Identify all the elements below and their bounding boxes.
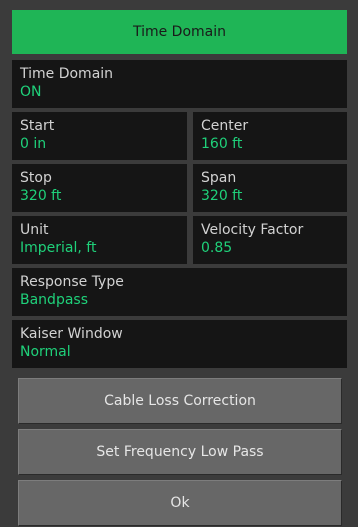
- time-domain-field[interactable]: Time Domain ON: [12, 60, 347, 108]
- span-label: Span: [201, 170, 237, 186]
- span-field[interactable]: Span 320 ft: [193, 164, 347, 212]
- stop-field[interactable]: Stop 320 ft: [12, 164, 187, 212]
- kaiser-window-value: Normal: [20, 344, 71, 360]
- start-value: 0 in: [20, 136, 47, 152]
- start-field[interactable]: Start 0 in: [12, 112, 187, 160]
- set-frequency-low-pass-button[interactable]: Set Frequency Low Pass: [18, 429, 342, 475]
- ok-button[interactable]: Ok: [18, 480, 342, 526]
- center-label: Center: [201, 118, 249, 134]
- velocity-factor-label: Velocity Factor: [201, 222, 304, 238]
- unit-label: Unit: [20, 222, 49, 238]
- panel-title: Time Domain: [12, 10, 347, 54]
- start-label: Start: [20, 118, 55, 134]
- time-domain-value: ON: [20, 84, 42, 100]
- stop-label: Stop: [20, 170, 52, 186]
- unit-field[interactable]: Unit Imperial, ft: [12, 216, 187, 264]
- stop-value: 320 ft: [20, 188, 62, 204]
- cable-loss-correction-button[interactable]: Cable Loss Correction: [18, 378, 342, 424]
- response-type-field[interactable]: Response Type Bandpass: [12, 268, 347, 316]
- velocity-factor-value: 0.85: [201, 240, 233, 256]
- ok-label: Ok: [170, 495, 190, 511]
- time-domain-label: Time Domain: [20, 66, 114, 82]
- center-field[interactable]: Center 160 ft: [193, 112, 347, 160]
- kaiser-window-field[interactable]: Kaiser Window Normal: [12, 320, 347, 368]
- span-value: 320 ft: [201, 188, 243, 204]
- kaiser-window-label: Kaiser Window: [20, 326, 123, 342]
- velocity-factor-field[interactable]: Velocity Factor 0.85: [193, 216, 347, 264]
- response-type-label: Response Type: [20, 274, 124, 290]
- center-value: 160 ft: [201, 136, 243, 152]
- response-type-value: Bandpass: [20, 292, 88, 308]
- panel-title-text: Time Domain: [132, 24, 227, 40]
- time-domain-panel: Time Domain Time Domain ON Start 0 in Ce…: [0, 0, 358, 527]
- unit-value: Imperial, ft: [20, 240, 97, 256]
- set-frequency-low-pass-label: Set Frequency Low Pass: [96, 444, 264, 460]
- cable-loss-correction-label: Cable Loss Correction: [104, 393, 256, 409]
